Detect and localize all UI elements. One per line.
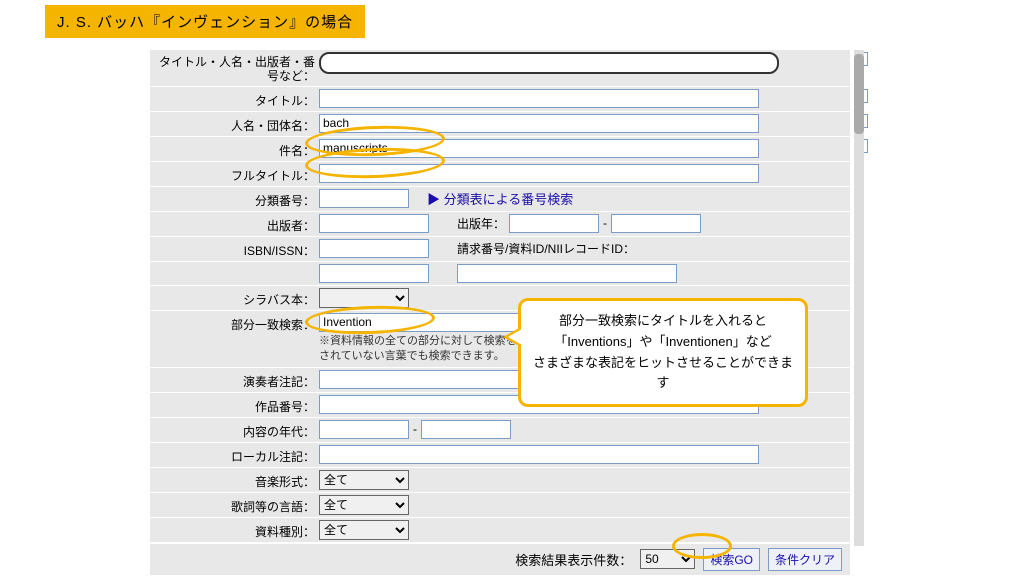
isbn-input[interactable] bbox=[319, 239, 429, 258]
label-localnote: ローカル注記： bbox=[154, 445, 319, 465]
clear-button[interactable]: 条件クリア bbox=[768, 548, 842, 571]
label-publisher: 出版者： bbox=[154, 214, 319, 234]
label-lang: 歌詞等の言語： bbox=[154, 495, 319, 515]
subject-input[interactable]: manuscripts bbox=[319, 139, 759, 158]
scrollbar-track[interactable] bbox=[854, 50, 864, 546]
pubyear-to-input[interactable] bbox=[611, 214, 701, 233]
label-classno: 分類番号： bbox=[154, 189, 319, 209]
classification-link[interactable]: ▶ 分類表による番号検索 bbox=[427, 189, 573, 208]
date-to-input[interactable] bbox=[421, 420, 511, 439]
callno-input[interactable] bbox=[457, 264, 677, 283]
title-input[interactable] bbox=[319, 89, 759, 108]
dash-1: - bbox=[603, 216, 607, 230]
label-opus: 作品番号： bbox=[154, 395, 319, 415]
label-form: 音楽形式： bbox=[154, 470, 319, 490]
annotation-title: J. S. バッハ『インヴェンション』の場合 bbox=[45, 5, 365, 38]
label-partial: 部分一致検索： bbox=[154, 313, 319, 333]
classno-input[interactable] bbox=[319, 189, 409, 208]
name-input[interactable]: bach bbox=[319, 114, 759, 133]
label-subject: 件名： bbox=[154, 139, 319, 159]
label-title: タイトル： bbox=[154, 89, 319, 109]
label-results: 検索結果表示件数： bbox=[515, 550, 632, 569]
label-performer: 演奏者注記： bbox=[154, 370, 319, 390]
label-isbn: ISBN/ISSN： bbox=[154, 239, 319, 259]
search-go-button[interactable]: 検索GO bbox=[703, 548, 760, 571]
syllabus-select[interactable] bbox=[319, 288, 409, 308]
label-date: 内容の年代： bbox=[154, 420, 319, 440]
annotation-callout: 部分一致検索にタイトルを入れると 「Inventions」や「Invention… bbox=[518, 298, 808, 407]
scrollbar-thumb[interactable] bbox=[854, 54, 864, 134]
lyrics-lang-select[interactable]: 全て bbox=[319, 495, 409, 515]
label-fulltitle: フルタイトル： bbox=[154, 164, 319, 184]
isbn-input-2[interactable] bbox=[319, 264, 429, 283]
label-material: 資料種別： bbox=[154, 520, 319, 540]
keyword-input[interactable] bbox=[319, 52, 779, 74]
date-from-input[interactable] bbox=[319, 420, 409, 439]
results-count-select[interactable]: 50 bbox=[640, 549, 695, 569]
label-name: 人名・団体名： bbox=[154, 114, 319, 134]
music-form-select[interactable]: 全て bbox=[319, 470, 409, 490]
label-callno: 請求番号/資料ID/NIIレコードID： bbox=[457, 240, 635, 257]
material-type-select[interactable]: 全て bbox=[319, 520, 409, 540]
label-keyword: タイトル・人名・出版者・番号など： bbox=[154, 52, 319, 84]
fulltitle-input[interactable] bbox=[319, 164, 759, 183]
label-syllabus: シラバス本： bbox=[154, 288, 319, 308]
publisher-input[interactable] bbox=[319, 214, 429, 233]
label-pubyear: 出版年： bbox=[457, 215, 505, 232]
dash-2: - bbox=[413, 422, 417, 436]
localnote-input[interactable] bbox=[319, 445, 759, 464]
pubyear-from-input[interactable] bbox=[509, 214, 599, 233]
